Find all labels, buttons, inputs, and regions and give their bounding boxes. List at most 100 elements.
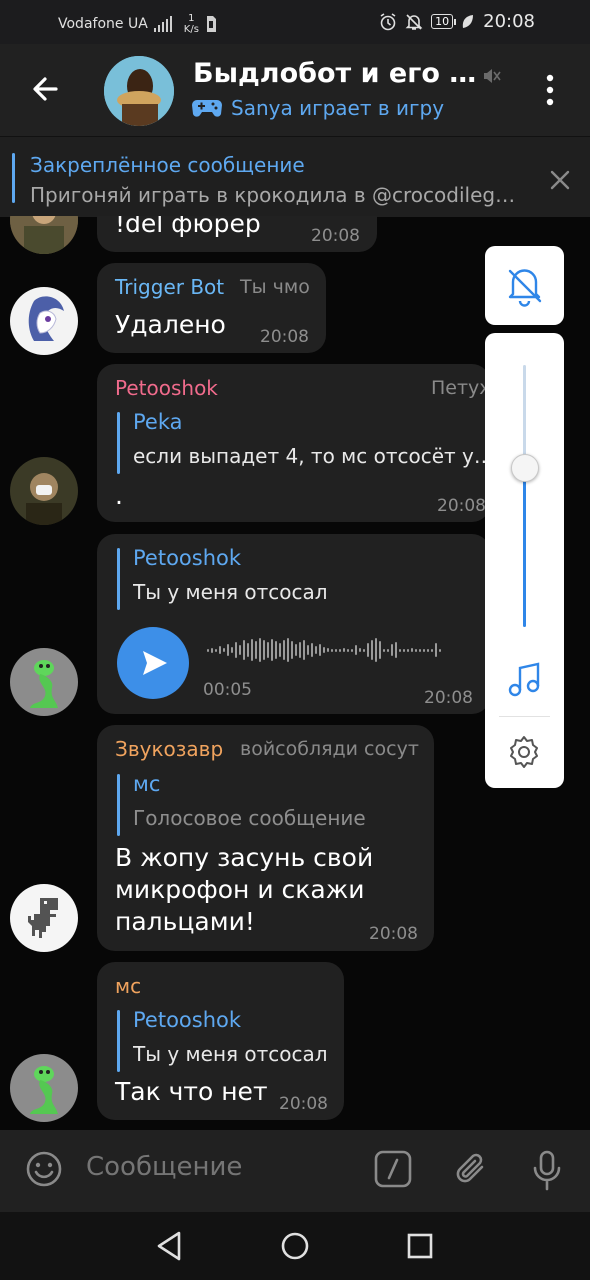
notification-toggle[interactable] — [485, 246, 564, 325]
reply-author: Petooshok — [133, 546, 242, 570]
chat-avatar[interactable] — [104, 56, 174, 126]
pinned-text: Пригоняй играть в крокодила в @crocodile… — [30, 183, 516, 207]
waveform-bar — [267, 642, 269, 658]
message-text-line: пальцами! — [115, 907, 255, 936]
waveform-bar — [239, 645, 241, 655]
waveform-bar — [431, 648, 433, 652]
waveform-bar — [235, 642, 237, 658]
reply-accent-bar — [117, 774, 120, 836]
avatar[interactable] — [10, 648, 78, 716]
waveform-bar — [387, 648, 389, 652]
silent-bell-icon — [405, 13, 423, 30]
message-bubble[interactable]: Звукозавр войсобляди сосут мс Голосовое … — [97, 725, 434, 951]
sender-tag: Петух — [431, 377, 491, 399]
voice-duration: 00:05 — [203, 680, 252, 700]
waveform-bar — [351, 648, 353, 652]
waveform-bar — [423, 648, 425, 652]
waveform-bar — [379, 641, 381, 659]
waveform-bar — [335, 648, 337, 652]
volume-slider-thumb[interactable] — [511, 454, 539, 483]
message-input[interactable] — [86, 1152, 356, 1182]
waveform-bar — [319, 644, 321, 656]
message-time: 20:08 — [424, 688, 473, 708]
microphone-icon[interactable] — [530, 1150, 564, 1192]
waveform-bar — [283, 640, 285, 660]
waveform-bar — [395, 642, 397, 658]
waveform-bar — [287, 638, 289, 662]
chat-header: Быдлобот и его др… Sanya играет в игру — [0, 44, 590, 136]
reply-preview[interactable]: мс Голосовое сообщение — [117, 772, 427, 836]
voice-waveform[interactable] — [207, 635, 441, 665]
waveform-bar — [211, 647, 213, 653]
waveform-bar — [327, 648, 329, 652]
avatar-image — [10, 1054, 78, 1122]
waveform-bar — [271, 639, 273, 661]
message-text: Удалено — [115, 310, 226, 339]
sender-tag: Ты чмо — [240, 276, 310, 298]
nav-home-icon[interactable] — [280, 1230, 310, 1262]
waveform-bar — [435, 643, 437, 657]
waveform-bar — [367, 643, 369, 657]
telegram-app: Vodafone UA 1 K/s 10 20:08 Быдлобот и его… — [0, 0, 590, 1280]
emoji-icon[interactable] — [25, 1150, 63, 1188]
voice-message-bubble[interactable]: Petooshok Ты у меня отсосал 00:05 20:08 — [97, 534, 490, 714]
avatar[interactable] — [10, 457, 78, 525]
reply-text: Голосовое сообщение — [133, 806, 366, 830]
sender-name[interactable]: Petooshok — [115, 376, 218, 400]
message-text: !del фюрер — [115, 216, 261, 238]
message-bubble[interactable]: мс Petooshok Ты у меня отсосал Так что н… — [97, 962, 344, 1120]
chat-status: Sanya играет в игру — [191, 96, 444, 120]
avatar-image — [104, 56, 174, 126]
message-text: Так что нет — [115, 1077, 268, 1106]
signal-icon — [153, 16, 172, 32]
pinned-message[interactable]: Закреплённое сообщение Пригоняй играть в… — [0, 136, 590, 217]
pinned-title: Закреплённое сообщение — [30, 153, 305, 177]
waveform-bar — [215, 648, 217, 652]
attach-icon[interactable] — [452, 1150, 490, 1188]
message-bubble[interactable]: !del фюрер 20:08 — [97, 216, 377, 252]
message-bubble[interactable]: Petooshok Петух Peka если выпадет 4, то … — [97, 364, 491, 522]
waveform-bar — [243, 640, 245, 660]
avatar[interactable] — [10, 287, 78, 355]
nav-back-icon[interactable] — [155, 1230, 185, 1262]
carrier-name: Vodafone UA — [58, 16, 148, 32]
close-icon[interactable] — [548, 168, 572, 192]
speed-value: 1 — [188, 13, 195, 24]
chat-status-text: Sanya играет в игру — [231, 96, 445, 120]
reply-text: Ты у меня отсосал — [133, 1042, 328, 1066]
more-vertical-icon[interactable] — [536, 70, 564, 110]
reply-preview[interactable]: Peka если выпадет 4, то мс отсосёт у… — [117, 410, 489, 474]
reply-preview[interactable]: Petooshok Ты у меня отсосал — [117, 546, 477, 610]
reply-author: мс — [133, 772, 161, 796]
avatar[interactable] — [10, 884, 78, 952]
chat-title[interactable]: Быдлобот и его др… — [193, 58, 483, 89]
message-time: 20:08 — [279, 1094, 328, 1114]
waveform-bar — [227, 644, 229, 656]
waveform-bar — [363, 648, 365, 652]
waveform-bar — [331, 648, 333, 652]
leaf-icon — [462, 14, 474, 28]
waveform-bar — [247, 643, 249, 657]
back-arrow-icon[interactable] — [24, 68, 66, 110]
waveform-bar — [371, 640, 373, 660]
bell-off-icon — [508, 269, 542, 307]
bot-commands-icon[interactable] — [374, 1150, 412, 1188]
sender-name[interactable]: Звукозавр — [115, 737, 223, 761]
play-button[interactable] — [117, 627, 189, 699]
avatar-image — [10, 457, 78, 525]
system-nav-bar — [0, 1212, 590, 1280]
message-bubble[interactable]: Trigger Bot Ты чмо Удалено 20:08 — [97, 263, 326, 353]
waveform-bar — [439, 648, 441, 652]
waveform-bar — [355, 645, 357, 655]
waveform-bar — [391, 644, 393, 656]
nav-recents-icon[interactable] — [405, 1230, 435, 1262]
sender-name[interactable]: мс — [115, 974, 141, 998]
avatar[interactable] — [10, 216, 78, 254]
waveform-bar — [255, 641, 257, 659]
avatar[interactable] — [10, 1054, 78, 1122]
sender-name[interactable]: Trigger Bot — [115, 275, 224, 299]
waveform-bar — [375, 638, 377, 662]
music-note-icon[interactable] — [507, 662, 541, 698]
settings-gear-icon[interactable] — [507, 735, 541, 769]
reply-preview[interactable]: Petooshok Ты у меня отсосал — [117, 1008, 342, 1072]
